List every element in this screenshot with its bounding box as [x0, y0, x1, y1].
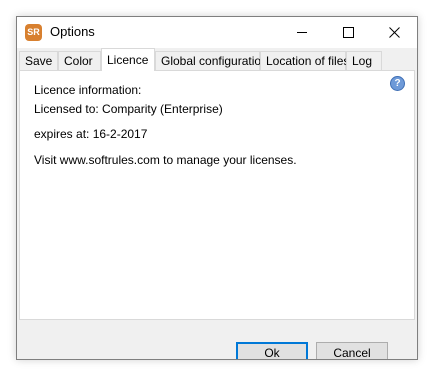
window-title: Options [50, 24, 95, 39]
minimize-icon [297, 32, 307, 33]
close-icon [388, 27, 400, 38]
maximize-icon [342, 27, 354, 38]
tab-licence[interactable]: Licence [101, 48, 155, 71]
tab-global-configuration[interactable]: Global configuration [155, 51, 268, 70]
licence-tab-page: ? Licence information: Licensed to: Comp… [19, 70, 415, 320]
dialog-client-area: Save Color Licence Global configuration … [17, 48, 417, 359]
expiry-text: expires at: 16-2-2017 [34, 127, 148, 141]
minimize-button[interactable] [279, 17, 325, 48]
close-button[interactable] [371, 17, 417, 48]
visit-website-text: Visit www.softrules.com to manage your l… [34, 153, 297, 167]
app-icon: SR [25, 24, 42, 41]
licence-heading: Licence information: [34, 83, 142, 97]
licensed-to-text: Licensed to: Comparity (Enterprise) [34, 102, 223, 116]
title-bar[interactable]: SR Options [17, 17, 417, 48]
tab-color[interactable]: Color [58, 51, 101, 70]
tab-location-of-files[interactable]: Location of files [260, 51, 349, 70]
tab-save[interactable]: Save [19, 51, 58, 70]
cancel-button[interactable]: Cancel [316, 342, 388, 359]
ok-button[interactable]: Ok [236, 342, 308, 359]
help-icon[interactable]: ? [390, 76, 405, 91]
options-dialog: SR Options Save Color Licence Global con… [16, 16, 418, 360]
maximize-button[interactable] [325, 17, 371, 48]
tab-log[interactable]: Log [346, 51, 382, 70]
